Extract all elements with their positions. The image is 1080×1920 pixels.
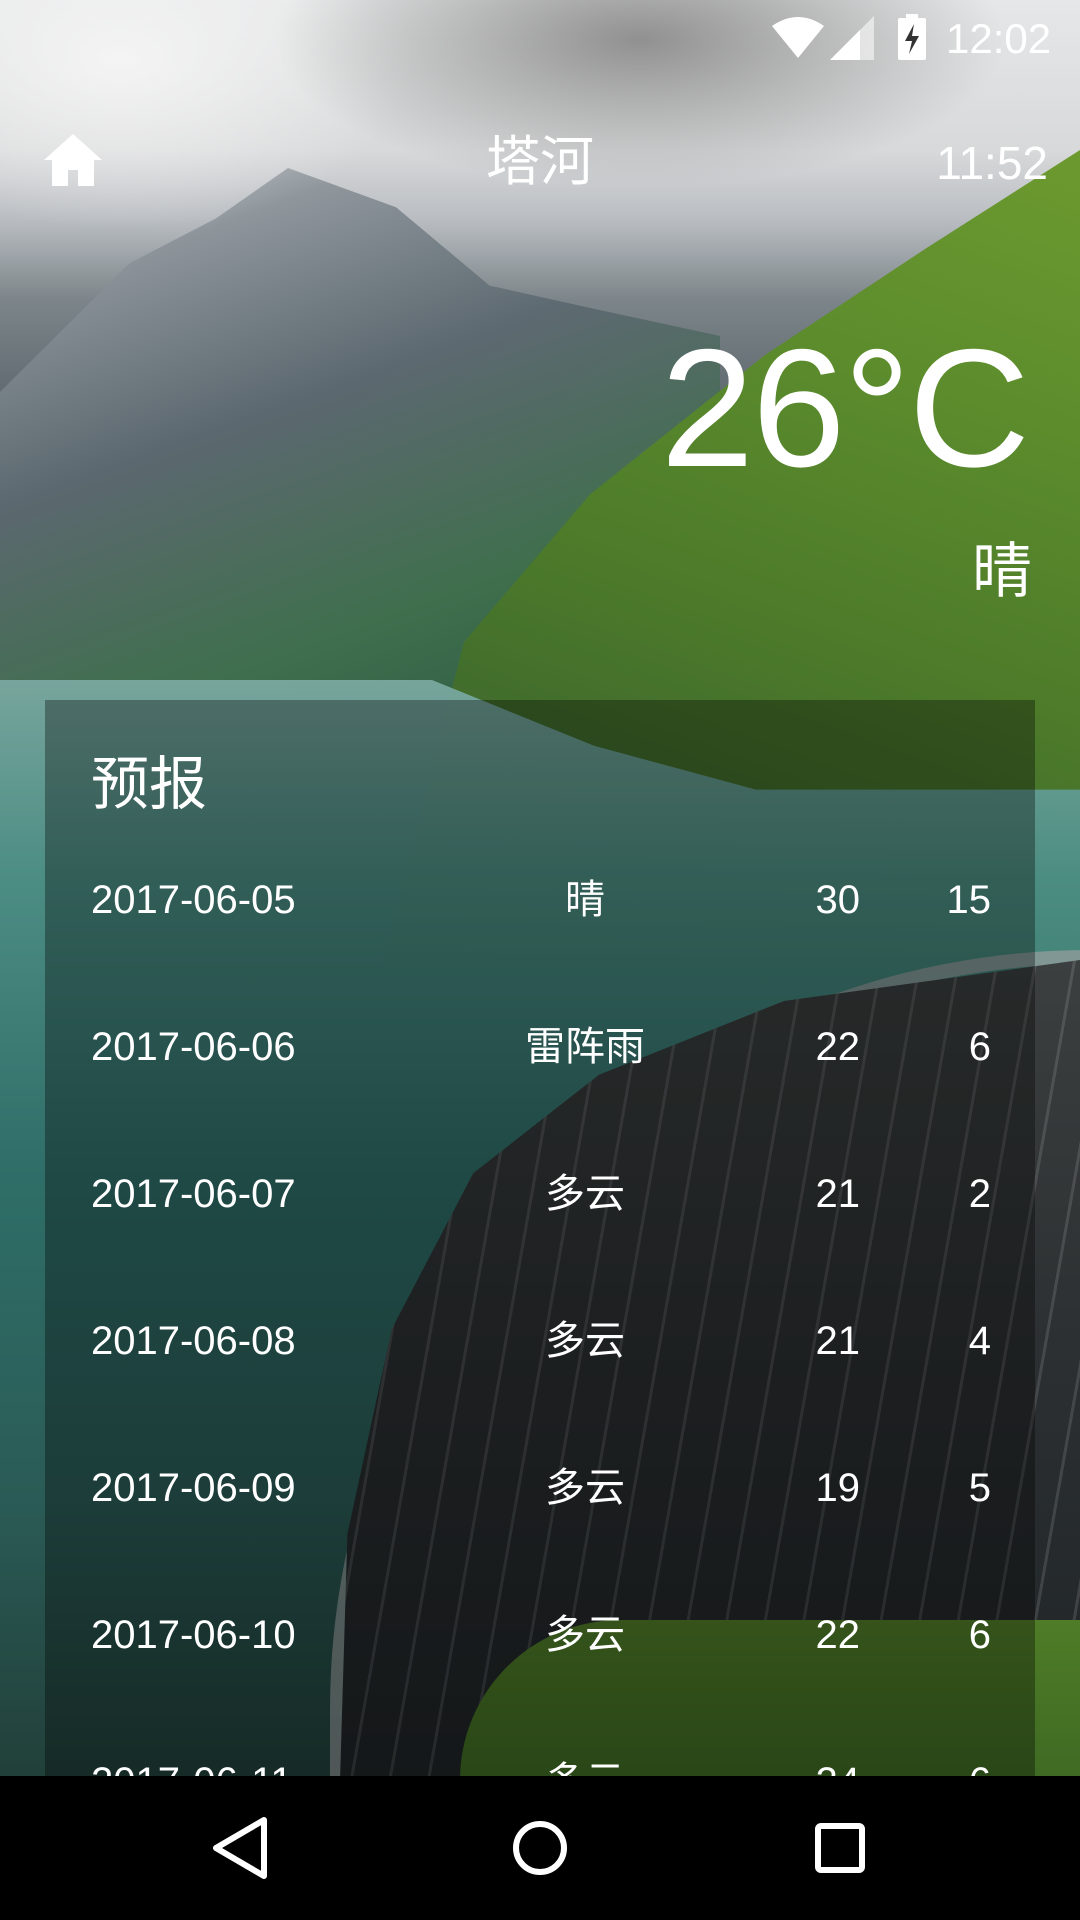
forecast-weather: 多云 <box>545 1171 625 1217</box>
forecast-weather: 多云 <box>545 1318 625 1364</box>
forecast-date: 2017-06-05 <box>91 878 296 922</box>
city-title: 塔河 <box>486 130 594 193</box>
forecast-row: 2017-06-10 多云 22 6 <box>45 1595 1035 1675</box>
forecast-row: 2017-06-11 多云 24 6 <box>45 1742 1035 1776</box>
forecast-max-temp: 22 <box>815 1613 861 1657</box>
forecast-date: 2017-06-07 <box>91 1172 296 1216</box>
forecast-date: 2017-06-08 <box>91 1319 296 1363</box>
forecast-min-temp: 15 <box>946 878 992 922</box>
wifi-icon <box>772 17 824 58</box>
forecast-weather: 多云 <box>545 1612 625 1658</box>
forecast-row: 2017-06-07 多云 21 2 <box>45 1154 1035 1234</box>
status-clock: 12:02 <box>946 15 1052 62</box>
forecast-row: 2017-06-09 多云 19 5 <box>45 1448 1035 1528</box>
battery-charging-icon <box>898 14 926 60</box>
forecast-min-temp: 6 <box>968 1613 991 1657</box>
forecast-row: 2017-06-05 晴 30 15 <box>45 860 1035 940</box>
current-temperature: 26°C <box>660 314 1030 502</box>
forecast-row: 2017-06-08 多云 21 4 <box>45 1301 1035 1381</box>
forecast-date: 2017-06-06 <box>91 1025 296 1069</box>
forecast-min-temp: 2 <box>968 1172 991 1216</box>
forecast-weather: 雷阵雨 <box>525 1024 645 1070</box>
update-time: 11:52 <box>936 137 1048 189</box>
forecast-max-temp: 30 <box>815 878 861 922</box>
forecast-title: 预报 <box>91 750 208 818</box>
forecast-panel[interactable]: 预报 2017-06-05 晴 30 15 2017-06-06 雷阵雨 22 … <box>45 700 1035 1776</box>
forecast-min-temp: 4 <box>968 1319 991 1363</box>
forecast-max-temp: 21 <box>815 1172 861 1216</box>
forecast-weather: 多云 <box>545 1465 625 1511</box>
forecast-date: 2017-06-09 <box>91 1466 296 1510</box>
cell-signal-icon <box>830 16 874 60</box>
forecast-max-temp: 22 <box>815 1025 861 1069</box>
back-icon[interactable] <box>200 1812 280 1884</box>
forecast-min-temp: 6 <box>968 1025 991 1069</box>
navigation-bar <box>0 1776 1080 1920</box>
forecast-date: 2017-06-10 <box>91 1613 296 1657</box>
forecast-max-temp: 19 <box>815 1466 861 1510</box>
forecast-weather: 晴 <box>565 877 605 923</box>
forecast-max-temp: 21 <box>815 1319 861 1363</box>
home-circle-icon[interactable] <box>500 1812 580 1884</box>
forecast-weather: 多云 <box>425 1742 745 1776</box>
forecast-min-temp: 6 <box>891 1742 991 1776</box>
forecast-max-temp: 24 <box>750 1742 861 1776</box>
forecast-row: 2017-06-06 雷阵雨 22 6 <box>45 1007 1035 1087</box>
current-condition: 晴 <box>972 537 1032 607</box>
recents-icon[interactable] <box>800 1812 880 1884</box>
status-bar: 12:02 <box>0 0 1080 75</box>
forecast-date: 2017-06-11 <box>91 1742 293 1776</box>
forecast-min-temp: 5 <box>968 1466 991 1510</box>
